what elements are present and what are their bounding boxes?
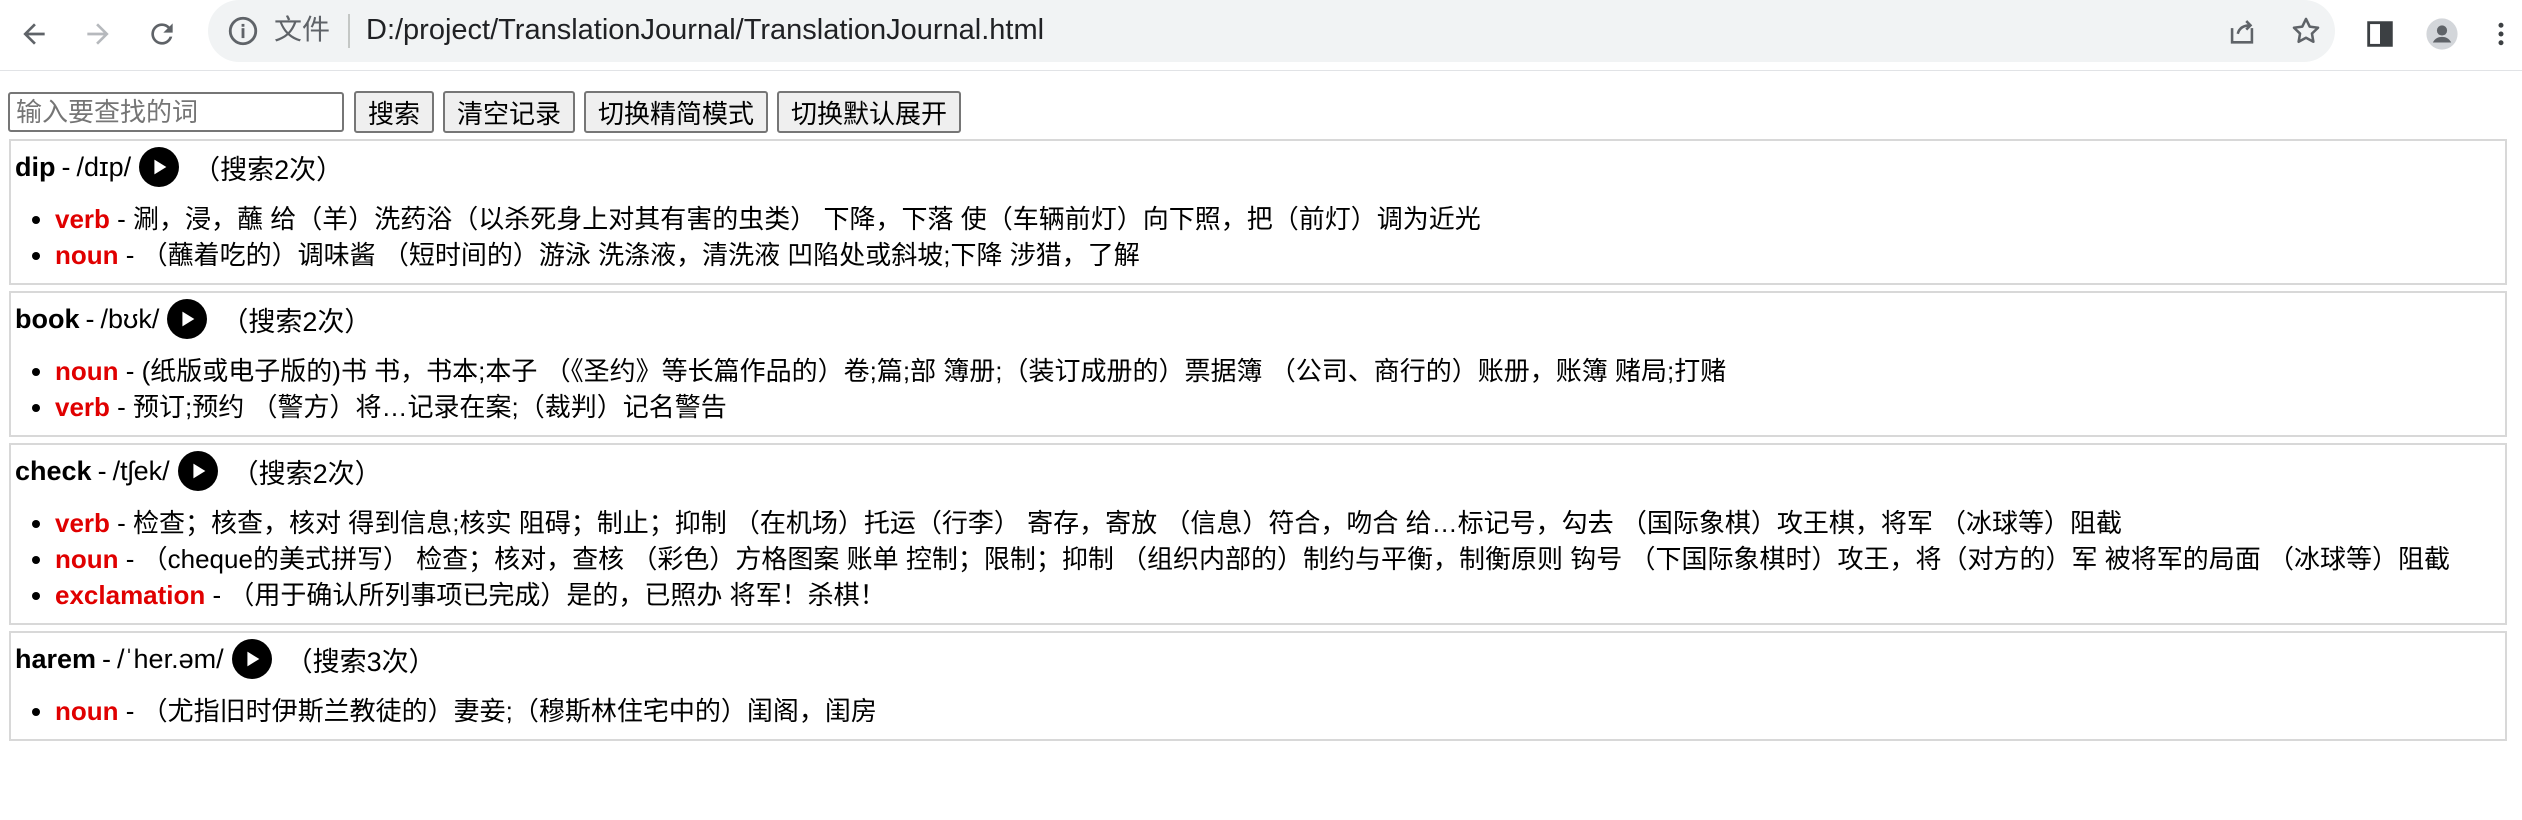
url-text[interactable]: D:/project/TranslationJournal/Translatio… (366, 10, 1044, 50)
star-icon (2292, 17, 2320, 44)
toggle-default-expand-button[interactable]: 切换默认展开 (777, 91, 962, 133)
omnibox-divider (348, 14, 350, 48)
search-count: （搜索2次） (221, 306, 372, 337)
definition-separator: - (109, 204, 134, 234)
entry-word: book (15, 303, 80, 334)
word-entry: check-/tʃek/（搜索2次）verb - 检查；核查，核对 得到信息;核… (9, 443, 2507, 625)
definition-text: （尤指旧时伊斯兰教徒的）妻妾;（穆斯林住宅中的）闺阁，闺房 (141, 696, 877, 726)
definition-text: 检查；核查，核对 得到信息;核实 阻碍；制止；抑制 （在机场）托运（行李） 寄存… (133, 508, 2123, 538)
play-pronunciation-button[interactable] (139, 147, 180, 187)
definition-list: noun - （尤指旧时伊斯兰教徒的）妻妾;（穆斯林住宅中的）闺阁，闺房 (15, 693, 2499, 729)
search-count: （搜索2次） (193, 154, 344, 185)
play-pronunciation-button[interactable] (231, 639, 272, 679)
play-icon (193, 463, 205, 479)
search-count: （搜索2次） (231, 458, 382, 489)
definition-item: noun - （蘸着吃的）调味酱 （短时间的）游泳 洗涤液，清洗液 凹陷处或斜坡… (55, 237, 2499, 273)
arrow-left-icon (23, 23, 45, 45)
definition-text: 预订;预约 （警方）将…记录在案;（裁判）记名警告 (133, 392, 727, 422)
entry-separator: - (85, 303, 95, 334)
word-entry: book-/bʊk/（搜索2次）noun - (纸版或电子版的)书 书，书本;本… (9, 291, 2507, 437)
definition-text: （用于确认所列事项已完成）是的，已照办 将军！杀棋！ (228, 580, 886, 610)
play-icon (247, 651, 259, 667)
definition-item: noun - （尤指旧时伊斯兰教徒的）妻妾;（穆斯林住宅中的）闺阁，闺房 (55, 693, 2499, 729)
definition-text: 涮，浸，蘸 给（羊）洗药浴（以杀死身上对其有害的虫类） 下降，下落 使（车辆前灯… (133, 204, 1481, 234)
definition-separator: - (109, 508, 134, 538)
entry-header: dip -/dɪp/ （搜索2次） (15, 145, 2499, 189)
avatar-icon (2426, 18, 2458, 50)
part-of-speech: verb (55, 508, 110, 538)
reload-button[interactable] (142, 14, 182, 54)
definition-separator: - (205, 580, 229, 610)
clear-history-button[interactable]: 清空记录 (443, 91, 576, 133)
side-panel-icon (2367, 21, 2393, 47)
entry-separator: - (102, 643, 112, 674)
part-of-speech: exclamation (55, 580, 206, 610)
file-scheme-chip[interactable]: 文件 (274, 10, 330, 50)
menu-button[interactable] (2486, 14, 2516, 54)
play-pronunciation-button[interactable] (167, 299, 208, 339)
entry-word: dip (15, 151, 56, 182)
more-vertical-icon (2498, 22, 2504, 46)
word-entry: harem-/ˈher.əm/（搜索3次）noun - （尤指旧时伊斯兰教徒的）… (9, 631, 2507, 741)
search-input[interactable] (8, 92, 344, 132)
definition-item: verb - 检查；核查，核对 得到信息;核实 阻碍；制止；抑制 （在机场）托运… (55, 505, 2499, 541)
definition-list: verb - 涮，浸，蘸 给（羊）洗药浴（以杀死身上对其有害的虫类） 下降，下落… (15, 201, 2499, 273)
entry-phonetic: /tʃek/ (112, 455, 170, 486)
part-of-speech: noun (55, 696, 119, 726)
browser-toolbar: 文件 D:/project/TranslationJournal/Transla… (0, 0, 2522, 71)
definition-separator: - (118, 544, 142, 574)
back-button[interactable] (14, 14, 54, 54)
search-count: （搜索3次） (285, 646, 436, 677)
definition-item: verb - 涮，浸，蘸 给（羊）洗药浴（以杀死身上对其有害的虫类） 下降，下落… (55, 201, 2499, 237)
address-bar[interactable]: 文件 D:/project/TranslationJournal/Transla… (208, 0, 2335, 62)
definition-item: noun - （cheque的美式拼写） 检查；核对，查核 （彩色）方格图案 账… (55, 541, 2499, 577)
entry-phonetic: /bʊk/ (100, 303, 160, 334)
side-panel-button[interactable] (2360, 14, 2400, 54)
reload-icon (151, 23, 173, 45)
part-of-speech: noun (55, 356, 119, 386)
definition-separator: - (118, 696, 142, 726)
entry-header: check -/tʃek/ （搜索2次） (15, 449, 2499, 493)
share-icon (2230, 20, 2254, 44)
definition-item: noun - (纸版或电子版的)书 书，书本;本子 （《圣约》等长篇作品的）卷;… (55, 353, 2499, 389)
definition-text: （蘸着吃的）调味酱 （短时间的）游泳 洗涤液，清洗液 凹陷处或斜坡;下降 涉猎，… (141, 240, 1140, 270)
entry-list: dip-/dɪp/（搜索2次）verb - 涮，浸，蘸 给（羊）洗药浴（以杀死身… (9, 139, 2507, 747)
bookmark-button[interactable] (2289, 14, 2325, 50)
definition-text: （cheque的美式拼写） 检查；核对，查核 （彩色）方格图案 账单 控制；限制… (141, 544, 2450, 574)
definition-separator: - (118, 240, 142, 270)
definition-text: (纸版或电子版的)书 书，书本;本子 （《圣约》等长篇作品的）卷;篇;部 簿册;… (141, 356, 1727, 386)
definition-item: verb - 预订;预约 （警方）将…记录在案;（裁判）记名警告 (55, 389, 2499, 425)
play-pronunciation-button[interactable] (177, 451, 218, 491)
search-button[interactable]: 搜索 (354, 91, 435, 133)
definition-item: exclamation - （用于确认所列事项已完成）是的，已照办 将军！杀棋！ (55, 577, 2499, 613)
part-of-speech: noun (55, 544, 119, 574)
part-of-speech: verb (55, 392, 110, 422)
share-button[interactable] (2225, 14, 2261, 50)
forward-button[interactable] (78, 14, 118, 54)
controls-bar: 搜索 清空记录 切换精简模式 切换默认展开 (8, 90, 970, 134)
definition-separator: - (109, 392, 134, 422)
entry-separator: - (97, 455, 107, 486)
definition-separator: - (118, 356, 142, 386)
part-of-speech: verb (55, 204, 110, 234)
entry-word: check (15, 455, 92, 486)
entry-phonetic: /dɪp/ (76, 151, 132, 182)
info-icon[interactable] (226, 14, 260, 48)
entry-header: book -/bʊk/ （搜索2次） (15, 297, 2499, 341)
definition-list: noun - (纸版或电子版的)书 书，书本;本子 （《圣约》等长篇作品的）卷;… (15, 353, 2499, 425)
definition-list: verb - 检查；核查，核对 得到信息;核实 阻碍；制止；抑制 （在机场）托运… (15, 505, 2499, 613)
entry-phonetic: /ˈher.əm/ (117, 643, 224, 674)
part-of-speech: noun (55, 240, 119, 270)
profile-button[interactable] (2422, 14, 2462, 54)
toggle-simple-mode-button[interactable]: 切换精简模式 (584, 91, 769, 133)
entry-word: harem (15, 643, 97, 674)
arrow-right-icon (87, 23, 109, 45)
word-entry: dip-/dɪp/（搜索2次）verb - 涮，浸，蘸 给（羊）洗药浴（以杀死身… (9, 139, 2507, 285)
entry-header: harem -/ˈher.əm/ （搜索3次） (15, 637, 2499, 681)
play-icon (154, 159, 167, 175)
play-icon (182, 311, 195, 327)
entry-separator: - (61, 151, 71, 182)
